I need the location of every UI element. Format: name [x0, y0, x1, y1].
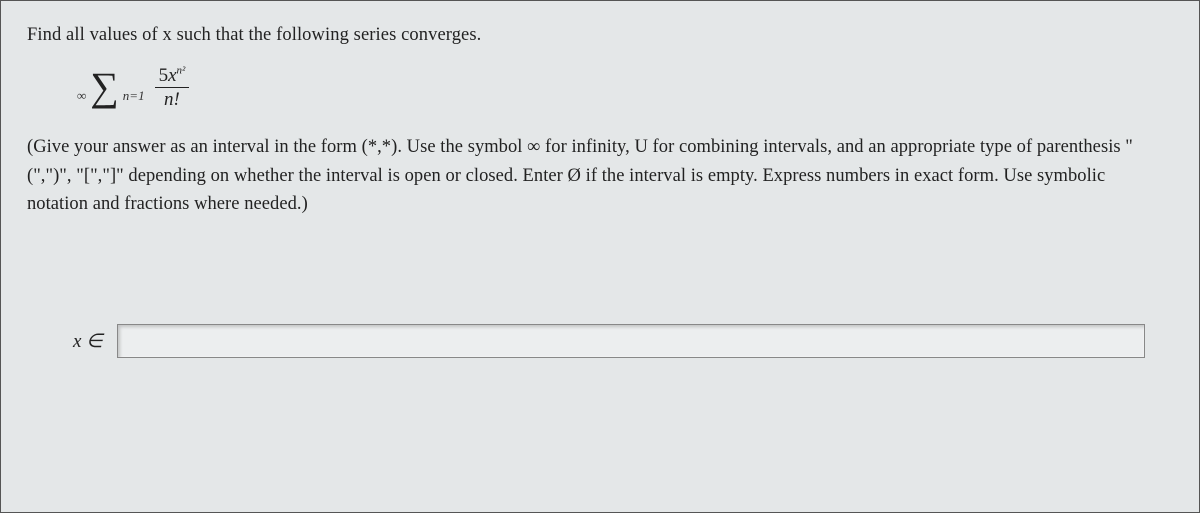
answer-row: x ∈ — [27, 324, 1173, 358]
sum-lower-limit: n=1 — [123, 88, 145, 103]
fraction-denominator: n! — [155, 88, 190, 109]
fraction-numerator: 5xn² — [155, 66, 190, 88]
sum-upper-limit: ∞ — [77, 88, 86, 103]
sigma-icon: ∑ — [90, 64, 119, 109]
answer-label: x ∈ — [73, 330, 103, 353]
answer-instructions: (Give your answer as an interval in the … — [27, 133, 1173, 219]
answer-input[interactable] — [117, 324, 1145, 358]
question-prompt: Find all values of x such that the follo… — [27, 25, 1173, 46]
summation-symbol: ∞ ∑ n=1 — [77, 70, 145, 105]
numerator-coefficient: 5 — [159, 65, 169, 86]
series-formula: ∞ ∑ n=1 5xn² n! — [77, 66, 1173, 109]
numerator-variable: x — [168, 65, 176, 86]
series-term-fraction: 5xn² n! — [155, 66, 190, 109]
numerator-exponent: n² — [177, 65, 186, 77]
problem-page: Find all values of x such that the follo… — [0, 0, 1200, 513]
